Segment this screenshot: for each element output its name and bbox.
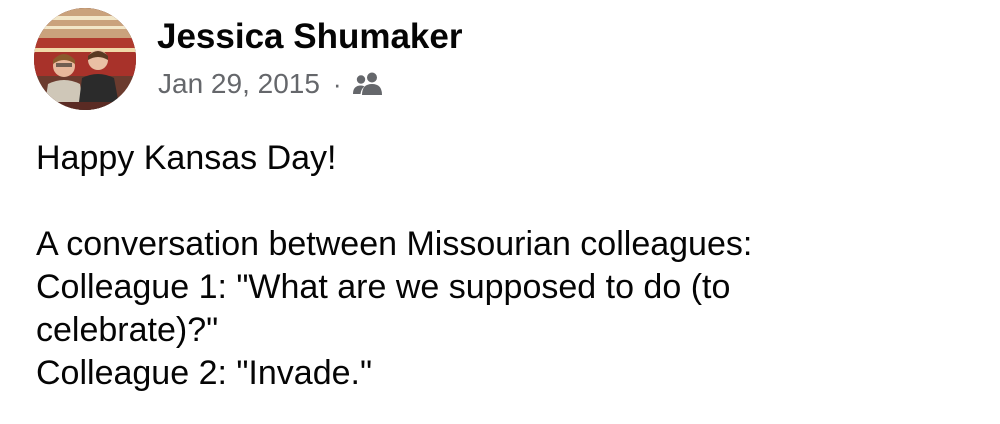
avatar-photo [34,8,136,110]
friends-icon-graphic [352,72,382,95]
author-name[interactable]: Jessica Shumaker [157,16,462,58]
post-date[interactable]: Jan 29, 2015 [158,68,320,100]
author-avatar[interactable] [34,8,136,110]
post-line: celebrate)?" [36,311,219,349]
meta-separator: · [332,68,342,99]
friends-icon[interactable] [352,71,384,97]
post-line-blank [36,180,976,223]
post: Jessica Shumaker Jan 29, 2015 · Happy Ka… [0,0,1000,424]
post-line: Happy Kansas Day! [36,139,337,177]
post-body: Happy Kansas Day! A conversation between… [36,137,976,395]
post-meta: Jan 29, 2015 · [158,66,384,102]
post-line: A conversation between Missourian collea… [36,225,753,263]
post-line: Colleague 2: "Invade." [36,354,373,392]
post-line: Colleague 1: "What are we supposed to do… [36,268,731,306]
